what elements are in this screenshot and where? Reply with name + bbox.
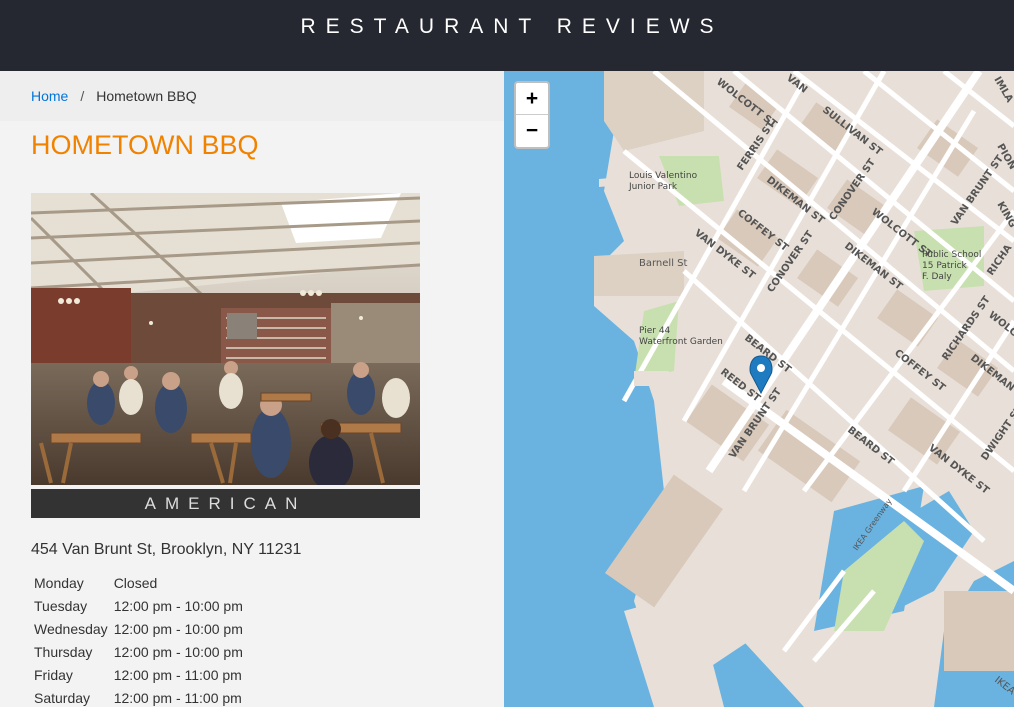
hours-time: 12:00 pm - 10:00 pm	[113, 644, 243, 660]
hours-day: Tuesday	[34, 598, 88, 614]
zoom-out-button[interactable]: −	[516, 115, 548, 146]
map-street-label: Barnell St	[639, 258, 687, 269]
breadcrumb-home-link[interactable]: Home	[31, 88, 68, 104]
hours-day: Thursday	[34, 644, 93, 660]
restaurant-name: HOMETOWN BBQ	[31, 130, 259, 160]
restaurant-address: 454 Van Brunt St, Brooklyn, NY 11231	[31, 541, 302, 558]
hours-time: 12:00 pm - 10:00 pm	[113, 598, 243, 614]
cuisine-label: AMERICAN	[31, 489, 420, 518]
table-row: Tuesday 12:00 pm - 10:00 pm	[31, 595, 246, 618]
hours-time: 12:00 pm - 10:00 pm	[113, 621, 243, 637]
hours-day: Saturday	[34, 690, 91, 706]
zoom-control: + −	[514, 81, 550, 149]
app-header: RESTAURANT REVIEWS	[0, 0, 1014, 71]
hours-day: Friday	[34, 667, 73, 683]
restaurant-panel: Home / Hometown BBQ HOMETOWN BBQ AMERICA…	[0, 71, 504, 707]
table-row: Saturday 12:00 pm - 11:00 pm	[31, 687, 246, 707]
table-row: Monday Closed	[31, 572, 246, 595]
map-tiles[interactable]: WOLCOTT ST VAN SULLIVAN ST FERRIS ST DIK…	[504, 71, 1014, 707]
restaurant-map[interactable]: WOLCOTT ST VAN SULLIVAN ST FERRIS ST DIK…	[504, 71, 1014, 707]
table-row: Wednesday 12:00 pm - 10:00 pm	[31, 618, 246, 641]
app-title: RESTAURANT REVIEWS	[300, 14, 724, 38]
zoom-in-button[interactable]: +	[516, 83, 548, 115]
hours-time: 12:00 pm - 11:00 pm	[113, 690, 242, 706]
hours-time: Closed	[113, 575, 158, 591]
breadcrumb: Home / Hometown BBQ	[0, 71, 504, 121]
hours-day: Monday	[34, 575, 84, 591]
hours-time: 12:00 pm - 11:00 pm	[113, 667, 242, 683]
breadcrumb-separator: /	[80, 88, 85, 104]
hours-day: Wednesday	[34, 621, 108, 637]
table-row: Thursday 12:00 pm - 10:00 pm	[31, 641, 246, 664]
restaurant-photo	[31, 193, 420, 485]
hours-table: Monday Closed Tuesday 12:00 pm - 10:00 pm …	[31, 572, 246, 707]
table-row: Friday 12:00 pm - 11:00 pm	[31, 664, 246, 687]
breadcrumb-current: Hometown BBQ	[96, 88, 197, 104]
